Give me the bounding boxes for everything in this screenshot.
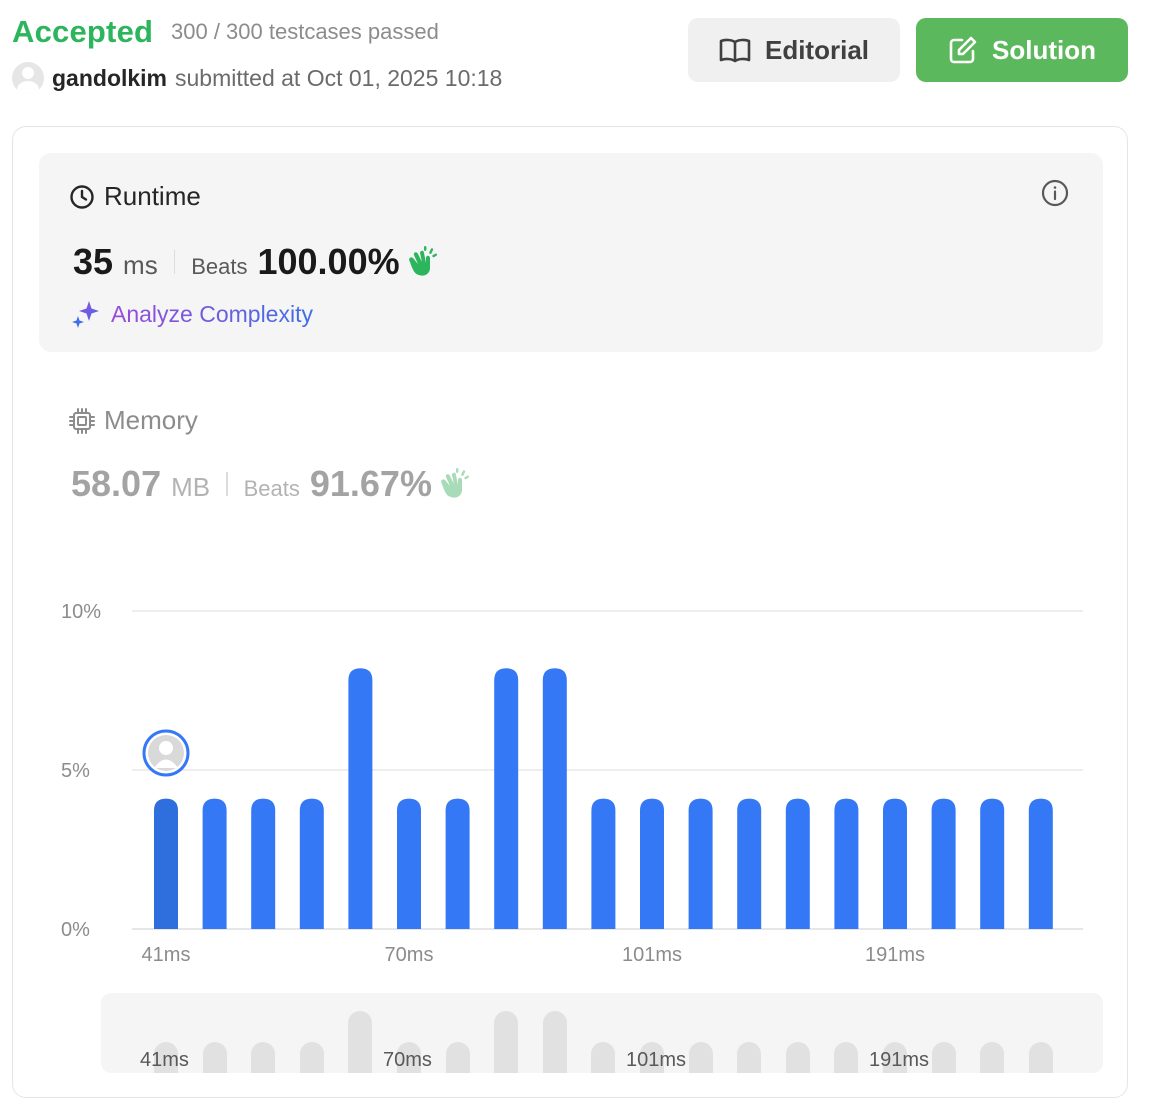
overview-bar xyxy=(445,1042,470,1073)
edit-icon xyxy=(949,36,977,64)
editorial-button[interactable]: Editorial xyxy=(688,18,900,82)
chart-bar[interactable] xyxy=(348,668,373,929)
chart-overview-scrubber[interactable]: 41ms 70ms 101ms 191ms xyxy=(101,993,1103,1073)
testcases-passed: 300 / 300 testcases passed xyxy=(171,19,439,44)
overview-bar xyxy=(785,1042,810,1073)
chart-bar[interactable] xyxy=(1028,798,1053,929)
book-icon xyxy=(719,38,751,63)
overview-bar xyxy=(494,1011,519,1073)
runtime-distribution-chart[interactable]: 0% 5% 10% 41ms 70ms 101ms 191ms xyxy=(13,127,1129,987)
chart-bar[interactable] xyxy=(445,798,470,929)
chart-bar[interactable] xyxy=(737,798,762,929)
chart-bar[interactable] xyxy=(785,798,810,929)
avatar-head xyxy=(159,741,173,755)
overview-bar xyxy=(737,1042,762,1073)
chart-bar[interactable] xyxy=(931,798,956,929)
overview-bar xyxy=(980,1042,1005,1073)
submitted-time: submitted at Oct 01, 2025 10:18 xyxy=(175,64,503,91)
username-link[interactable]: gandolkim xyxy=(52,65,167,92)
overview-bar xyxy=(348,1011,373,1073)
y-tick-label: 5% xyxy=(61,760,90,782)
overview-bar xyxy=(931,1042,956,1073)
overview-bar xyxy=(591,1042,616,1073)
overview-bar xyxy=(1028,1042,1053,1073)
y-tick-label: 10% xyxy=(61,601,101,623)
overview-x-label: 191ms xyxy=(869,1049,930,1071)
result-card: Runtime 35 ms Beats 100.00% Analyze Comp… xyxy=(12,126,1128,1098)
chart-bar[interactable] xyxy=(202,798,227,929)
overview-bar xyxy=(834,1042,859,1073)
overview-bar xyxy=(688,1042,713,1073)
chart-bar[interactable] xyxy=(640,798,664,929)
avatar[interactable] xyxy=(12,62,44,94)
overview-bar xyxy=(202,1042,227,1073)
chart-bar[interactable] xyxy=(542,668,567,929)
submission-info: gandolkim submitted at Oct 01, 2025 10:1… xyxy=(12,62,502,94)
editorial-label: Editorial xyxy=(764,34,869,65)
chart-bar[interactable] xyxy=(397,798,421,929)
x-tick-label: 70ms xyxy=(385,944,434,966)
y-tick-label: 0% xyxy=(61,919,90,941)
status-accepted: Accepted xyxy=(12,14,154,49)
chart-bar[interactable] xyxy=(883,798,907,929)
chart-bar[interactable] xyxy=(591,798,616,929)
overview-bar xyxy=(299,1042,324,1073)
overview-x-label: 70ms xyxy=(383,1049,432,1071)
chart-bar[interactable] xyxy=(251,798,276,929)
chart-bar[interactable] xyxy=(688,798,713,929)
x-tick-label: 101ms xyxy=(622,944,682,966)
overview-x-label: 41ms xyxy=(140,1049,189,1071)
chart-bar[interactable] xyxy=(980,798,1005,929)
solution-button[interactable]: Solution xyxy=(916,18,1128,82)
chart-bar[interactable] xyxy=(154,798,178,929)
chart-bar[interactable] xyxy=(494,668,519,929)
x-tick-label: 191ms xyxy=(865,944,925,966)
overview-bar xyxy=(251,1042,276,1073)
overview-x-label: 101ms xyxy=(626,1049,687,1071)
overview-bar xyxy=(542,1011,567,1073)
chart-bar[interactable] xyxy=(299,798,324,929)
solution-label: Solution xyxy=(992,34,1096,65)
x-tick-label: 41ms xyxy=(142,944,191,966)
chart-bar[interactable] xyxy=(834,798,859,929)
